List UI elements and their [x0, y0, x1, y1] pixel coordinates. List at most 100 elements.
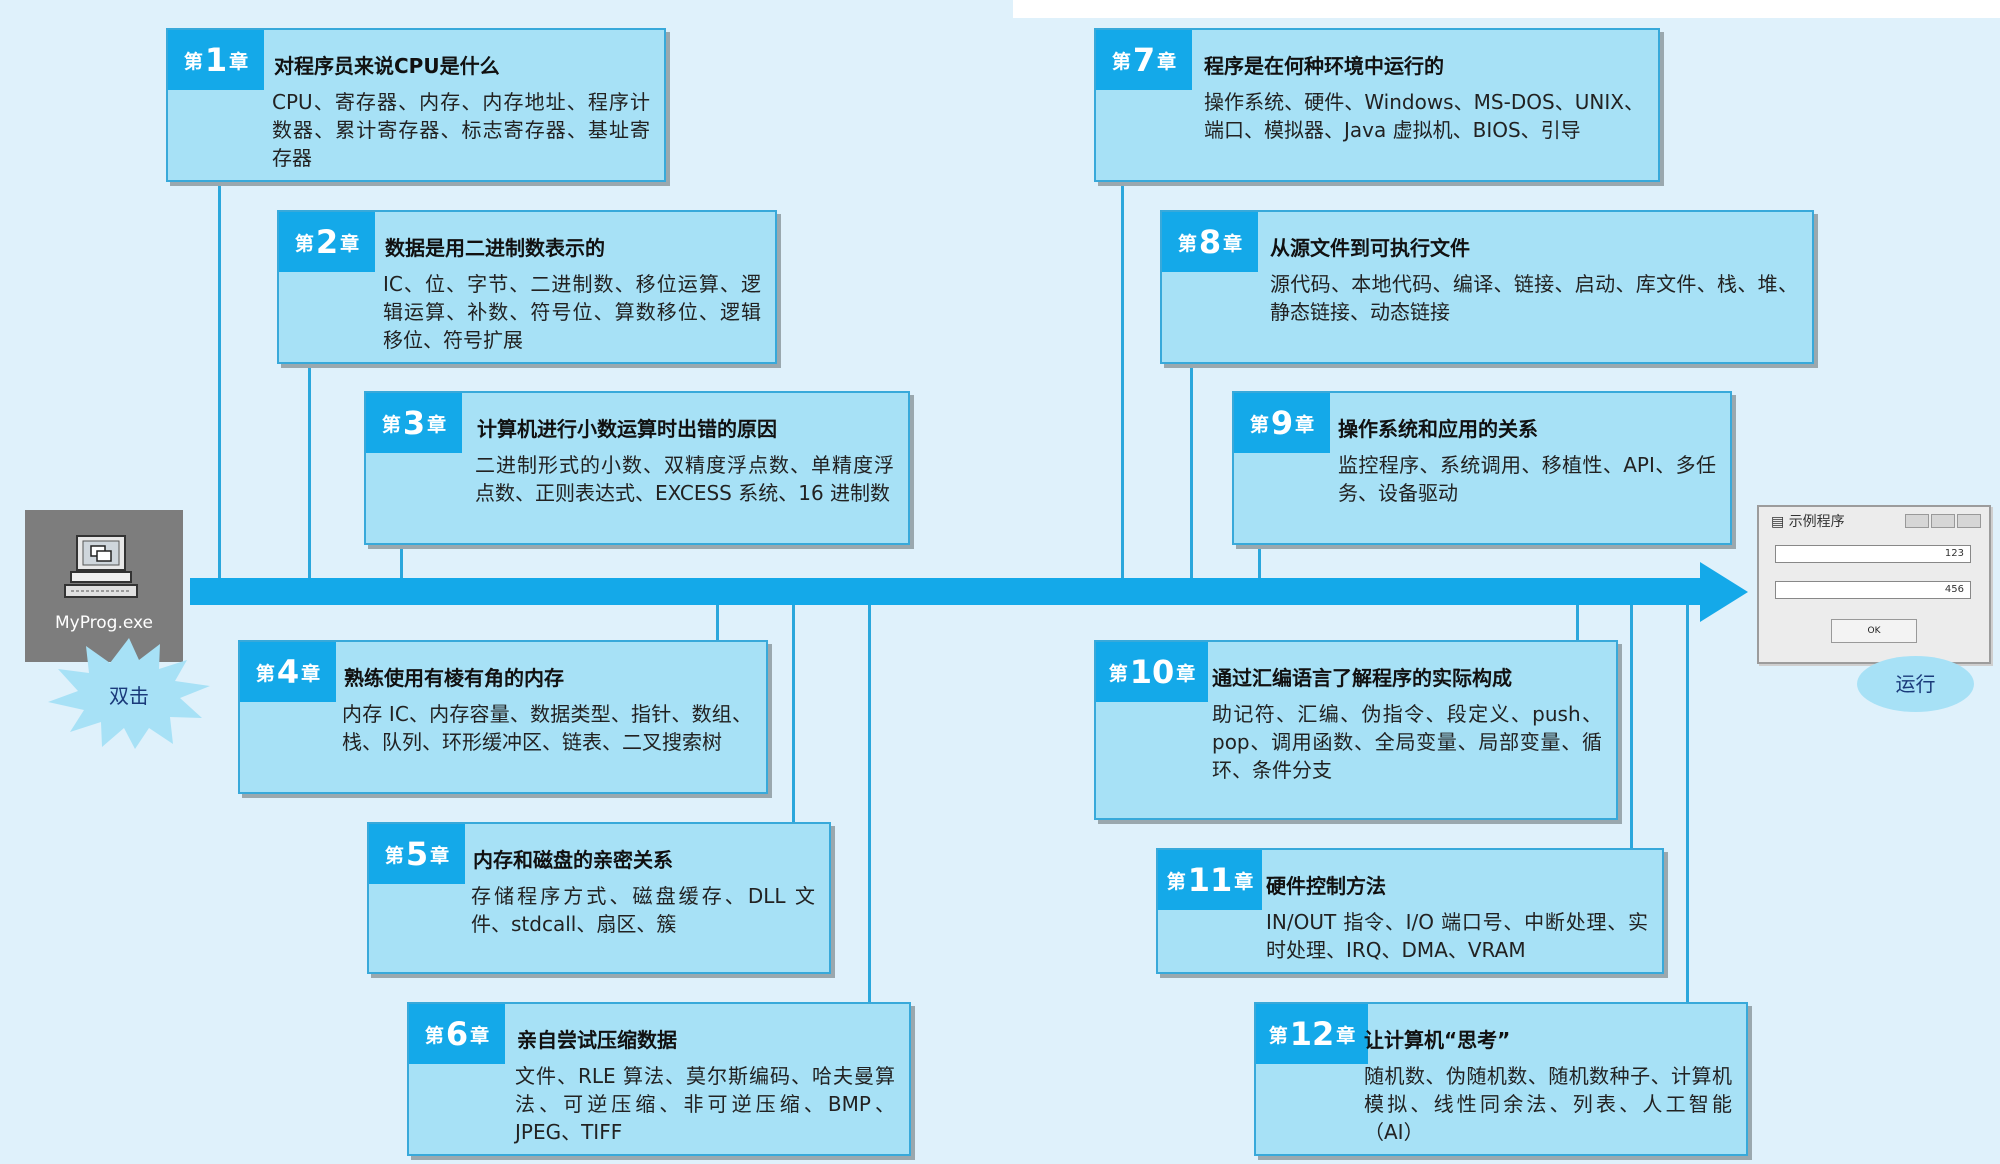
connector-ch6	[868, 603, 871, 1005]
chapter-prefix: 第	[1166, 870, 1186, 893]
chapter-keywords: 助记符、汇编、伪指令、段定义、push、pop、调用函数、全局变量、局部变量、循…	[1212, 702, 1602, 782]
chapter-keywords: IN/OUT 指令、I/O 端口号、中断处理、实时处理、IRQ、DMA、VRAM	[1266, 910, 1648, 962]
sample-program-window: ▤ 示例程序 123 456 OK	[1757, 505, 1991, 664]
chapter-number: 5	[405, 835, 429, 873]
timeline-arrow-shaft	[190, 578, 1710, 605]
chapter-suffix: 章	[1223, 232, 1243, 255]
chapter-suffix: 章	[470, 1024, 490, 1047]
chapter-suffix: 章	[1295, 413, 1315, 436]
chapter-title: 亲自尝试压缩数据	[517, 1028, 677, 1052]
chapter-badge-1: 第1章	[168, 30, 264, 90]
chapter-title: 熟练使用有棱有角的内存	[344, 666, 564, 690]
chapter-keywords: 内存 IC、内存容量、数据类型、指针、数组、栈、队列、环形缓冲区、链表、二叉搜索…	[342, 702, 752, 754]
chapter-keywords: 监控程序、系统调用、移植性、API、多任务、设备驱动	[1338, 453, 1716, 505]
chapter-title: 通过汇编语言了解程序的实际构成	[1212, 666, 1512, 690]
chapter-suffix: 章	[427, 413, 447, 436]
window-title: ▤ 示例程序	[1771, 511, 1845, 531]
timeline-arrow-head	[1700, 562, 1748, 622]
maximize-button[interactable]	[1931, 514, 1955, 528]
chapter-title: 计算机进行小数运算时出错的原因	[477, 417, 777, 441]
chapter-card-9: 第9章 操作系统和应用的关系 监控程序、系统调用、移植性、API、多任务、设备驱…	[1232, 391, 1732, 545]
chapter-card-8: 第8章 从源文件到可执行文件 源代码、本地代码、编译、链接、启动、库文件、栈、堆…	[1160, 210, 1814, 364]
chapter-suffix: 章	[301, 662, 321, 685]
chapter-keywords: CPU、寄存器、内存、内存地址、程序计数器、累计寄存器、标志寄存器、基址寄存器	[272, 90, 650, 170]
chapter-suffix: 章	[1176, 662, 1196, 685]
chapter-badge-4: 第4章	[240, 642, 336, 702]
chapter-card-1: 第1章 对程序员来说CPU是什么 CPU、寄存器、内存、内存地址、程序计数器、累…	[166, 28, 666, 182]
chapter-keywords: IC、位、字节、二进制数、移位运算、逻辑运算、补数、符号位、算数移位、逻辑移位、…	[383, 272, 761, 352]
close-button[interactable]	[1957, 514, 1981, 528]
chapter-prefix: 第	[1108, 662, 1128, 685]
chapter-badge-5: 第5章	[369, 824, 465, 884]
chapter-prefix: 第	[294, 232, 314, 255]
connector-ch4	[716, 603, 719, 643]
chapter-card-4: 第4章 熟练使用有棱有角的内存 内存 IC、内存容量、数据类型、指针、数组、栈、…	[238, 640, 768, 794]
ok-button[interactable]: OK	[1831, 619, 1917, 643]
chapter-keywords: 存储程序方式、磁盘缓存、DLL 文件、stdcall、扇区、簇	[471, 884, 815, 936]
chapter-suffix: 章	[1336, 1024, 1356, 1047]
chapter-number: 9	[1270, 404, 1294, 442]
chapter-badge-10: 第 10 章	[1096, 642, 1208, 702]
chapter-keywords: 源代码、本地代码、编译、链接、启动、库文件、栈、堆、静态链接、动态链接	[1270, 272, 1798, 324]
connector-ch12	[1686, 603, 1689, 1005]
window-title-text: 示例程序	[1788, 514, 1845, 530]
chapter-card-6: 第6章 亲自尝试压缩数据 文件、RLE 算法、莫尔斯编码、哈夫曼算法、可逆压缩、…	[407, 1002, 911, 1156]
chapter-title: 程序是在何种环境中运行的	[1204, 54, 1444, 78]
chapter-card-7: 第7章 程序是在何种环境中运行的 操作系统、硬件、Windows、MS-DOS、…	[1094, 28, 1660, 182]
input-field-1[interactable]: 123	[1775, 545, 1971, 563]
chapter-suffix: 章	[229, 50, 249, 73]
chapter-prefix: 第	[1111, 50, 1131, 73]
chapter-badge-7: 第7章	[1096, 30, 1192, 90]
connector-ch5	[792, 603, 795, 825]
double-click-label: 双击	[109, 684, 149, 708]
chapter-prefix: 第	[1249, 413, 1269, 436]
chapter-number: 12	[1289, 1015, 1335, 1053]
chapter-number: 8	[1198, 223, 1222, 261]
chapter-title: 内存和磁盘的亲密关系	[473, 848, 673, 872]
input-field-2[interactable]: 456	[1775, 581, 1971, 599]
top-white-strip	[1013, 0, 2000, 18]
connector-ch2	[308, 364, 311, 580]
connector-ch9	[1258, 545, 1261, 580]
chapter-keywords: 文件、RLE 算法、莫尔斯编码、哈夫曼算法、可逆压缩、非可逆压缩、BMP、JPE…	[515, 1064, 895, 1144]
connector-ch8	[1190, 364, 1193, 580]
chapter-suffix: 章	[430, 844, 450, 867]
connector-ch11	[1630, 603, 1633, 851]
chapter-keywords: 二进制形式的小数、双精度浮点数、单精度浮点数、正则表达式、EXCESS 系统、1…	[475, 453, 894, 505]
chapter-title: 硬件控制方法	[1266, 874, 1386, 898]
chapter-suffix: 章	[340, 232, 360, 255]
chapter-suffix: 章	[1234, 870, 1254, 893]
chapter-card-12: 第 12 章 让计算机“思考” 随机数、伪随机数、随机数种子、计算机模拟、线性同余法…	[1254, 1002, 1748, 1156]
chapter-card-11: 第 11 章 硬件控制方法 IN/OUT 指令、I/O 端口号、中断处理、实时处理、…	[1156, 848, 1664, 974]
chapter-card-5: 第5章 内存和磁盘的亲密关系 存储程序方式、磁盘缓存、DLL 文件、stdcal…	[367, 822, 831, 974]
exe-filename: MyProg.exe	[54, 613, 154, 633]
computer-icon	[64, 535, 138, 598]
connector-ch1	[218, 180, 221, 580]
chapter-prefix: 第	[183, 50, 203, 73]
chapter-card-2: 第2章 数据是用二进制数表示的 IC、位、字节、二进制数、移位运算、逻辑运算、补…	[277, 210, 777, 364]
connector-ch3	[400, 545, 403, 580]
chapter-number: 4	[276, 653, 300, 691]
chapter-prefix: 第	[255, 662, 275, 685]
connector-ch7	[1121, 180, 1124, 580]
chapter-prefix: 第	[1268, 1024, 1288, 1047]
chapter-badge-9: 第9章	[1234, 393, 1330, 453]
chapter-suffix: 章	[1157, 50, 1177, 73]
chapter-badge-12: 第 12 章	[1256, 1004, 1368, 1064]
chapter-number: 3	[402, 404, 426, 442]
chapter-badge-2: 第2章	[279, 212, 375, 272]
connector-ch10	[1576, 603, 1579, 643]
chapter-number: 11	[1187, 861, 1233, 899]
chapter-card-3: 第3章 计算机进行小数运算时出错的原因 二进制形式的小数、双精度浮点数、单精度浮…	[364, 391, 910, 545]
chapter-title: 数据是用二进制数表示的	[385, 236, 605, 260]
chapter-number: 10	[1129, 653, 1175, 691]
chapter-title: 对程序员来说CPU是什么	[274, 54, 500, 78]
chapter-number: 1	[204, 41, 228, 79]
chapter-number: 6	[445, 1015, 469, 1053]
chapter-card-10: 第 10 章 通过汇编语言了解程序的实际构成 助记符、汇编、伪指令、段定义、push…	[1094, 640, 1618, 820]
chapter-keywords: 操作系统、硬件、Windows、MS-DOS、UNIX、端口、模拟器、Java …	[1204, 90, 1644, 142]
minimize-button[interactable]	[1905, 514, 1929, 528]
chapter-badge-8: 第8章	[1162, 212, 1258, 272]
run-label: 运行	[1857, 656, 1974, 712]
chapter-title: 让计算机“思考”	[1364, 1028, 1511, 1052]
